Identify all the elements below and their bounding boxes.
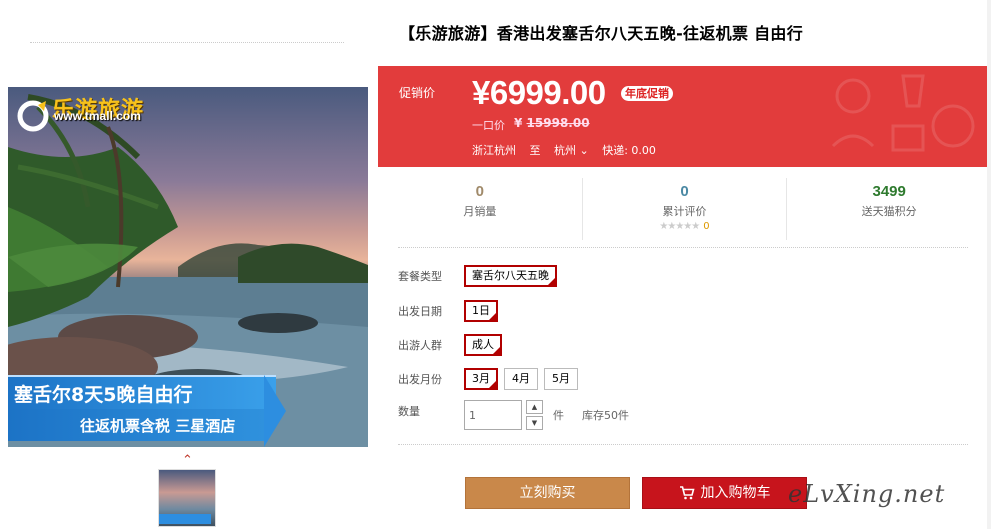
logo-mark-icon	[16, 99, 50, 133]
stat-label: 送天猫积分	[861, 205, 917, 218]
stat-value: 0	[680, 183, 689, 200]
option-people-0[interactable]: 成人	[464, 334, 502, 358]
stat-label: 月销量	[463, 205, 497, 218]
product-info-panel: 【乐游旅游】香港出发塞舌尔八天五晚-往返机票 自由行 促销价 ¥6999.00 …	[378, 0, 991, 529]
price-panel-decoration-icon	[831, 74, 975, 152]
option-month-5[interactable]: 5月	[544, 368, 578, 390]
original-price-value: 15998.00	[526, 116, 590, 130]
banner-line1-text: 塞舌尔8天5晚自由行	[14, 384, 193, 406]
option-package-0[interactable]: 塞舌尔八天五晚	[464, 265, 557, 289]
option-month-3[interactable]: 3月	[464, 368, 498, 392]
page-right-edge	[987, 0, 991, 529]
add-to-cart-label: 加入购物车	[700, 485, 771, 501]
price-panel: 促销价 ¥6999.00 年底促销 一口价 ¥ 15998.00 浙江杭州 至 …	[378, 66, 991, 167]
option-label: 出游人群	[398, 339, 442, 352]
original-price: ¥ 15998.00	[514, 116, 590, 130]
watermark-text: eLvXing.net	[788, 480, 946, 508]
stat-value: 3499	[872, 183, 906, 200]
product-main-image[interactable]: 乐游旅游 www.tmall.com 塞舌尔8天5晚自由行 往返机票含税 三星酒…	[8, 87, 368, 447]
original-price-currency: ¥	[514, 116, 523, 130]
rating-count: 0	[703, 221, 710, 232]
option-label: 出发月份	[398, 373, 442, 386]
promo-price-label: 促销价	[399, 86, 436, 100]
ship-to-word: 至	[529, 144, 541, 157]
rating-stars: ★★★★★	[659, 221, 700, 232]
stat-monthly-sales: 0 月销量	[378, 178, 582, 240]
cart-icon	[679, 486, 695, 500]
option-row-package: 套餐类型 塞舌尔八天五晚	[398, 265, 563, 289]
stock-info: 库存50件	[582, 409, 629, 422]
option-label: 套餐类型	[398, 270, 442, 283]
quantity-unit: 件	[553, 409, 564, 422]
divider	[398, 247, 968, 248]
ship-from: 浙江杭州	[472, 144, 516, 157]
option-row-date: 出发日期 1日	[398, 300, 504, 324]
option-date-0[interactable]: 1日	[464, 300, 498, 324]
buy-now-button[interactable]: 立刻购买	[465, 477, 630, 509]
shipping-info: 浙江杭州 至 杭州 ⌄ 快递: 0.00	[472, 142, 656, 158]
stat-label: 累计评价	[662, 205, 707, 218]
option-month-4[interactable]: 4月	[504, 368, 538, 390]
banner-arrow-shape	[264, 375, 286, 447]
thumbnail-image[interactable]	[158, 469, 216, 527]
stat-value: 0	[475, 183, 484, 200]
option-label: 出发日期	[398, 305, 442, 318]
thumbnail-scroll-up-icon[interactable]: ⌃	[182, 453, 193, 468]
ship-destination-label: 杭州	[554, 144, 576, 157]
divider	[398, 444, 968, 445]
quantity-input[interactable]: 1	[464, 400, 522, 430]
promo-badge: 年底促销	[621, 86, 673, 101]
stat-reviews[interactable]: 0 累计评价 ★★★★★ 0	[581, 178, 787, 240]
option-row-month: 出发月份 3月 4月 5月	[398, 368, 584, 392]
option-row-quantity: 数量 1 ▲ ▼ 件 库存50件	[398, 400, 629, 430]
option-row-people: 出游人群 成人	[398, 334, 508, 358]
shipping-fee: 快递: 0.00	[602, 144, 656, 157]
product-title: 【乐游旅游】香港出发塞舌尔八天五晚-往返机票 自由行	[399, 24, 804, 43]
promo-banner-line2: 往返机票含税 三星酒店	[8, 409, 264, 441]
product-gallery: 乐游旅游 www.tmall.com 塞舌尔8天5晚自由行 往返机票含税 三星酒…	[0, 0, 378, 529]
logo-url: www.tmall.com	[54, 109, 141, 123]
quantity-stepper: ▲ ▼	[526, 400, 543, 430]
option-label: 数量	[398, 405, 420, 418]
quantity-decrease-button[interactable]: ▼	[526, 416, 543, 430]
promo-banner-line1: 塞舌尔8天5晚自由行	[8, 375, 276, 409]
banner-line2-text: 往返机票含税 三星酒店	[80, 417, 236, 435]
thumbnail-banner	[159, 514, 211, 524]
chevron-down-icon: ⌄	[579, 144, 589, 157]
gallery-divider	[30, 42, 344, 43]
rating-stars-icon: ★★★★★ 0	[583, 221, 787, 232]
add-to-cart-button[interactable]: 加入购物车	[642, 477, 807, 509]
quantity-increase-button[interactable]: ▲	[526, 400, 543, 414]
stats-bar: 0 月销量 0 累计评价 ★★★★★ 0 3499 送天猫积分	[378, 178, 991, 240]
ship-destination-select[interactable]: 杭州 ⌄	[554, 144, 589, 158]
original-price-label: 一口价	[472, 119, 505, 132]
promo-price: ¥6999.00	[472, 74, 606, 111]
stat-points: 3499 送天猫积分	[786, 178, 991, 240]
